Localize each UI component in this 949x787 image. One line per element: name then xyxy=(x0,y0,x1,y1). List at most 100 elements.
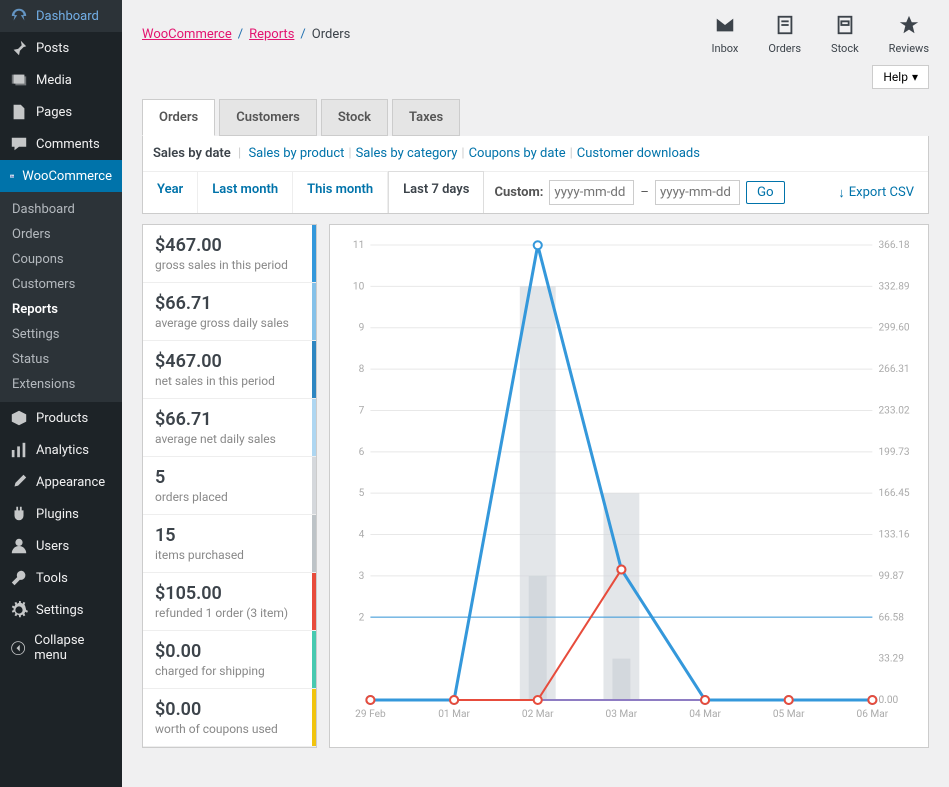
breadcrumb-current: Orders xyxy=(312,27,351,42)
stat-label: gross sales in this period xyxy=(155,258,304,272)
sidebar-item-collapse-menu[interactable]: Collapse menu xyxy=(0,626,122,670)
help-button[interactable]: Help ▾ xyxy=(872,65,929,89)
stat-label: average gross daily sales xyxy=(155,316,304,330)
stat-color-bar xyxy=(312,341,316,398)
stat-color-bar xyxy=(312,689,316,746)
sidebar-item-label: Comments xyxy=(36,137,100,152)
stat-item[interactable]: $0.00worth of coupons used xyxy=(143,689,316,747)
sidebar-item-label: Plugins xyxy=(36,507,79,522)
submenu-status[interactable]: Status xyxy=(0,347,122,372)
tab-stock[interactable]: Stock xyxy=(321,99,388,136)
go-button[interactable]: Go xyxy=(746,181,785,204)
stat-item[interactable]: $467.00gross sales in this period xyxy=(143,225,316,283)
stat-color-bar xyxy=(312,515,316,572)
range-year[interactable]: Year xyxy=(143,172,198,213)
sidebar-item-pages[interactable]: Pages xyxy=(0,96,122,128)
stat-item[interactable]: $467.00net sales in this period xyxy=(143,341,316,399)
date-from-input[interactable] xyxy=(549,180,634,205)
stat-color-bar xyxy=(312,457,316,514)
stat-value: $66.71 xyxy=(155,409,304,430)
stat-item[interactable]: $105.00refunded 1 order (3 item) xyxy=(143,573,316,631)
stat-color-bar xyxy=(312,399,316,456)
dash-icon xyxy=(10,7,28,25)
range-last-month[interactable]: Last month xyxy=(198,172,293,213)
main-content: WooCommerce/ Reports/ Orders InboxOrders… xyxy=(122,0,949,787)
comment-icon xyxy=(10,135,28,153)
admin-sidebar: Dashboard Posts Media Pages Comments WooWooCo… xyxy=(0,0,122,787)
sidebar-item-tools[interactable]: Tools xyxy=(0,562,122,594)
svg-text:99.87: 99.87 xyxy=(878,571,904,582)
submenu-reports[interactable]: Reports xyxy=(0,297,122,322)
sidebar-item-label: Products xyxy=(36,411,88,426)
sidebar-item-plugins[interactable]: Plugins xyxy=(0,498,122,530)
tab-customers[interactable]: Customers xyxy=(219,99,317,136)
submenu-settings[interactable]: Settings xyxy=(0,322,122,347)
sidebar-item-products[interactable]: Products xyxy=(0,402,122,434)
subtab-active: Sales by date xyxy=(153,146,231,161)
stock-button[interactable]: Stock xyxy=(831,14,859,55)
sidebar-item-label: Media xyxy=(36,73,72,88)
submenu-customers[interactable]: Customers xyxy=(0,272,122,297)
subtab-link[interactable]: Customer downloads xyxy=(577,146,700,161)
range-last-7-days[interactable]: Last 7 days xyxy=(388,171,484,213)
submenu-coupons[interactable]: Coupons xyxy=(0,247,122,272)
svg-text:05 Mar: 05 Mar xyxy=(773,709,805,720)
subtab-link[interactable]: Sales by product xyxy=(248,146,344,161)
svg-text:266.31: 266.31 xyxy=(878,364,909,375)
subtab-link[interactable]: Sales by category xyxy=(356,146,458,161)
orders-button[interactable]: Orders xyxy=(768,14,801,55)
stat-color-bar xyxy=(312,225,316,282)
stat-item[interactable]: 15items purchased xyxy=(143,515,316,573)
range-this-month[interactable]: This month xyxy=(293,172,388,213)
stat-label: refunded 1 order (3 item) xyxy=(155,606,304,620)
stats-panel: $467.00gross sales in this period$66.71a… xyxy=(142,224,317,748)
stat-label: net sales in this period xyxy=(155,374,304,388)
stat-value: $66.71 xyxy=(155,293,304,314)
media-icon xyxy=(10,71,28,89)
sidebar-item-comments[interactable]: Comments xyxy=(0,128,122,160)
stat-item[interactable]: $0.00charged for shipping xyxy=(143,631,316,689)
pin-icon xyxy=(10,39,28,57)
stat-label: charged for shipping xyxy=(155,664,304,678)
brush-icon xyxy=(10,473,28,491)
sidebar-item-media[interactable]: Media xyxy=(0,64,122,96)
stat-value: 5 xyxy=(155,467,304,488)
page-icon xyxy=(10,103,28,121)
sidebar-item-woocommerce[interactable]: WooWooCommerce xyxy=(0,160,122,192)
download-icon: ↓ xyxy=(838,185,845,201)
stat-label: items purchased xyxy=(155,548,304,562)
sidebar-item-analytics[interactable]: Analytics xyxy=(0,434,122,466)
svg-text:299.60: 299.60 xyxy=(878,323,909,334)
breadcrumb-link[interactable]: WooCommerce xyxy=(142,27,232,42)
sidebar-item-label: Posts xyxy=(36,41,69,56)
sidebar-item-users[interactable]: Users xyxy=(0,530,122,562)
submenu-dashboard[interactable]: Dashboard xyxy=(0,197,122,222)
inbox-button[interactable]: Inbox xyxy=(712,14,739,55)
custom-label: Custom: xyxy=(494,185,543,200)
submenu-extensions[interactable]: Extensions xyxy=(0,372,122,397)
svg-text:06 Mar: 06 Mar xyxy=(857,709,889,720)
reviews-button[interactable]: Reviews xyxy=(889,14,929,55)
svg-text:5: 5 xyxy=(359,488,365,499)
date-to-input[interactable] xyxy=(655,180,740,205)
svg-text:233.02: 233.02 xyxy=(878,406,909,417)
sidebar-item-settings[interactable]: Settings xyxy=(0,594,122,626)
stat-item[interactable]: $66.71 average gross daily sales xyxy=(143,283,316,341)
stat-color-bar xyxy=(312,573,316,630)
tab-orders[interactable]: Orders xyxy=(142,99,215,136)
stat-color-bar xyxy=(312,283,316,340)
sidebar-item-dashboard[interactable]: Dashboard xyxy=(0,0,122,32)
submenu-orders[interactable]: Orders xyxy=(0,222,122,247)
breadcrumb-link[interactable]: Reports xyxy=(249,27,294,42)
tab-taxes[interactable]: Taxes xyxy=(392,99,460,136)
svg-text:332.89: 332.89 xyxy=(878,281,909,292)
stat-item[interactable]: $66.71average net daily sales xyxy=(143,399,316,457)
top-icon-label: Stock xyxy=(831,42,859,55)
sidebar-item-label: Users xyxy=(36,539,69,554)
sidebar-item-appearance[interactable]: Appearance xyxy=(0,466,122,498)
subtab-link[interactable]: Coupons by date xyxy=(469,146,566,161)
svg-text:8: 8 xyxy=(359,364,365,375)
stat-item[interactable]: 5orders placed xyxy=(143,457,316,515)
export-csv-button[interactable]: ↓ Export CSV xyxy=(824,172,928,213)
sidebar-item-posts[interactable]: Posts xyxy=(0,32,122,64)
